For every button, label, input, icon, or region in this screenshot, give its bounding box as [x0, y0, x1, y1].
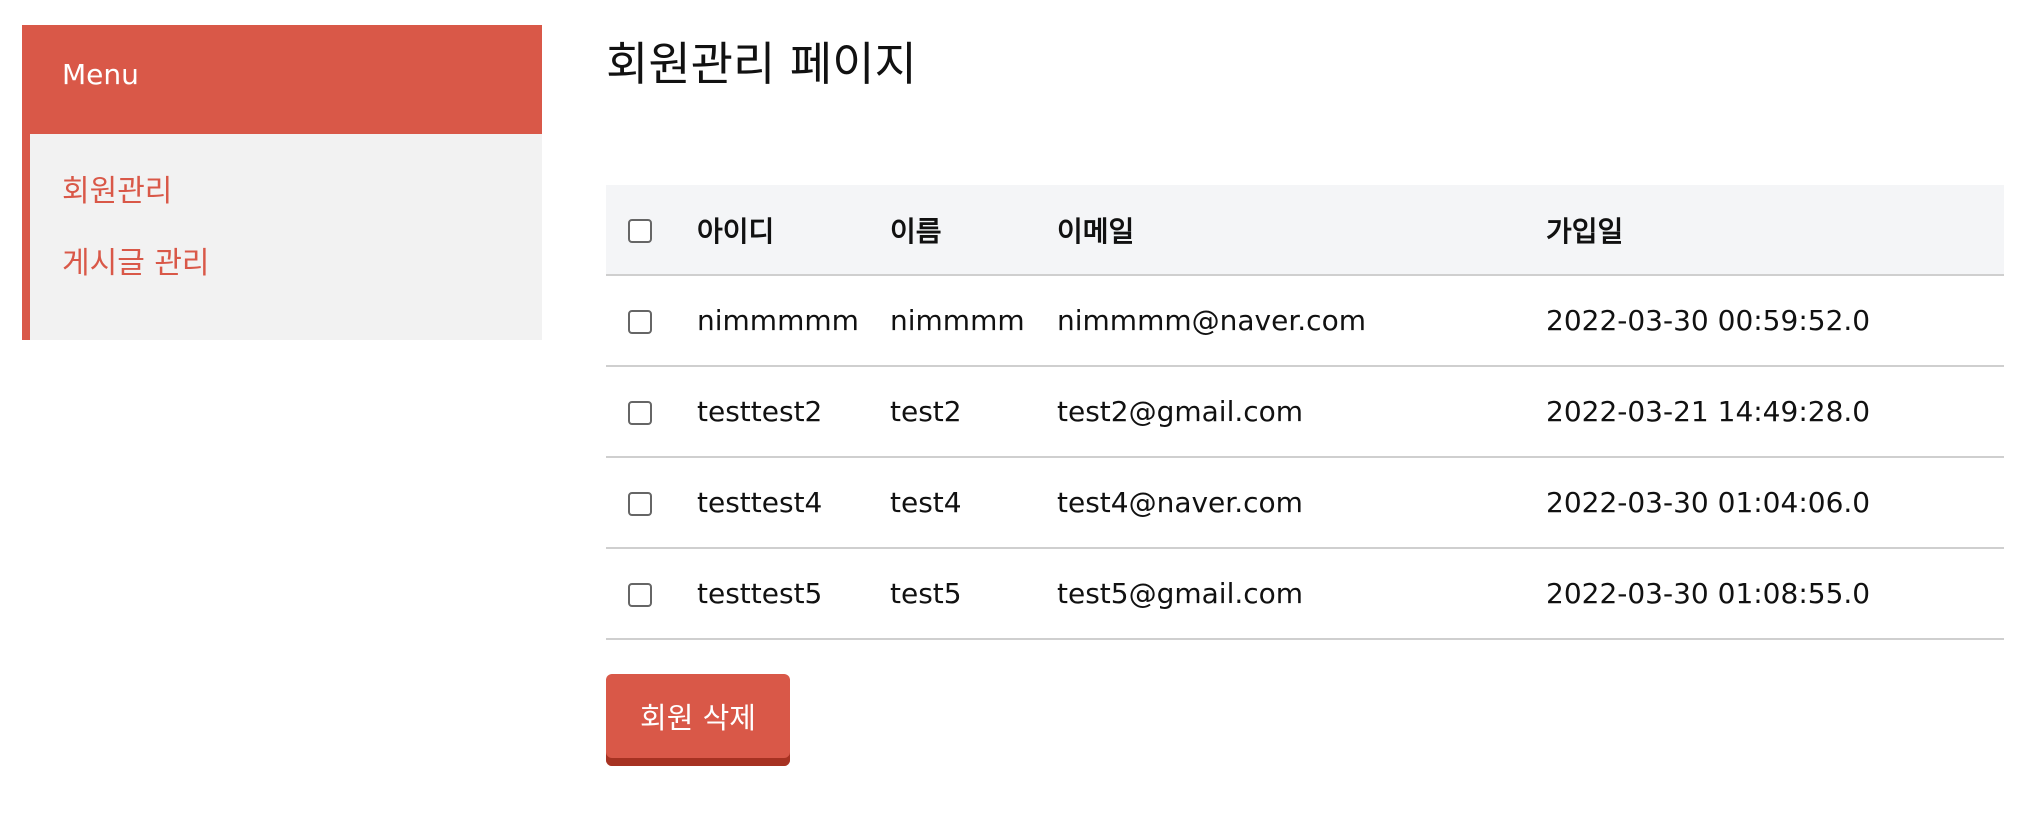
- cell-joined: 2022-03-21 14:49:28.0: [1546, 366, 2004, 458]
- row-checkbox[interactable]: [628, 401, 652, 425]
- table-row: nimmmmm nimmmm nimmmm@naver.com 2022-03-…: [606, 275, 2004, 367]
- header-id: 아이디: [697, 185, 890, 276]
- cell-joined: 2022-03-30 01:08:55.0: [1546, 548, 2004, 640]
- row-checkbox[interactable]: [628, 583, 652, 607]
- table-header-row: 아이디 이름 이메일 가입일: [606, 185, 2004, 276]
- cell-name: test4: [890, 457, 1057, 549]
- cell-id: testtest4: [697, 457, 890, 549]
- sidebar: Menu 회원관리 게시글 관리: [22, 25, 542, 340]
- row-select-cell: [606, 548, 697, 640]
- cell-name: test5: [890, 548, 1057, 640]
- cell-id: testtest2: [697, 366, 890, 458]
- page-title: 회원관리 페이지: [606, 37, 917, 91]
- cell-name: test2: [890, 366, 1057, 458]
- cell-email: test5@gmail.com: [1057, 548, 1546, 640]
- row-select-cell: [606, 366, 697, 458]
- row-checkbox[interactable]: [628, 492, 652, 516]
- delete-member-button[interactable]: 회원 삭제: [606, 674, 790, 766]
- sidebar-item-post-management[interactable]: 게시글 관리: [30, 246, 542, 282]
- select-all-checkbox[interactable]: [628, 219, 652, 243]
- header-select-cell: [606, 185, 697, 276]
- table-row: testtest4 test4 test4@naver.com 2022-03-…: [606, 457, 2004, 549]
- sidebar-title: Menu: [22, 25, 542, 134]
- row-select-cell: [606, 275, 697, 367]
- cell-id: testtest5: [697, 548, 890, 640]
- member-table: 아이디 이름 이메일 가입일 nimmmmm nimmmm nimmmm@nav…: [606, 185, 2004, 640]
- cell-email: nimmmm@naver.com: [1057, 275, 1546, 367]
- sidebar-item-member-management[interactable]: 회원관리: [30, 174, 542, 210]
- table-row: testtest5 test5 test5@gmail.com 2022-03-…: [606, 548, 2004, 640]
- header-name: 이름: [890, 185, 1057, 276]
- cell-id: nimmmmm: [697, 275, 890, 367]
- cell-email: test4@naver.com: [1057, 457, 1546, 549]
- row-checkbox[interactable]: [628, 310, 652, 334]
- cell-name: nimmmm: [890, 275, 1057, 367]
- table-row: testtest2 test2 test2@gmail.com 2022-03-…: [606, 366, 2004, 458]
- cell-joined: 2022-03-30 01:04:06.0: [1546, 457, 2004, 549]
- sidebar-menu: 회원관리 게시글 관리: [22, 134, 542, 340]
- cell-email: test2@gmail.com: [1057, 366, 1546, 458]
- row-select-cell: [606, 457, 697, 549]
- cell-joined: 2022-03-30 00:59:52.0: [1546, 275, 2004, 367]
- header-joined: 가입일: [1546, 185, 2004, 276]
- header-email: 이메일: [1057, 185, 1546, 276]
